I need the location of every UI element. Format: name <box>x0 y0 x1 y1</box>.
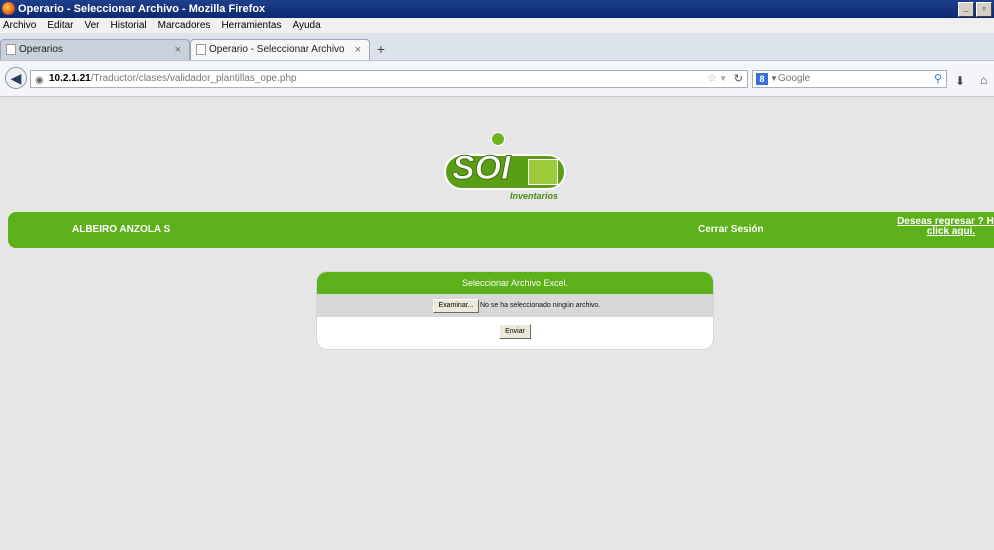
file-input-row: Examinar... No se ha seleccionado ningún… <box>317 294 713 317</box>
home-icon[interactable]: ⌂ <box>980 73 987 87</box>
tab-label: Operarios <box>19 44 63 55</box>
site-identity-icon[interactable]: ◉ <box>35 73 44 89</box>
page-icon <box>6 44 16 55</box>
logo-subtitle: Inventarios <box>510 191 559 201</box>
bookmark-star-icon[interactable]: ☆ <box>707 71 717 87</box>
url-text: 10.2.1.21/Traductor/clases/validador_pla… <box>49 73 297 84</box>
page-content: SOI Inventarios ALBEIRO ANZOLA S Cerrar … <box>0 97 994 550</box>
tab-label: Operario - Seleccionar Archivo <box>209 44 345 55</box>
logo-text: SOI <box>452 149 512 188</box>
menu-archivo[interactable]: Archivo <box>3 18 36 33</box>
window-title: Operario - Seleccionar Archivo - Mozilla… <box>18 3 266 15</box>
engine-dropdown-icon[interactable]: ▼ <box>770 71 778 87</box>
browser-window: Operario - Seleccionar Archivo - Mozilla… <box>0 0 994 550</box>
maximize-button[interactable]: ▫ <box>976 2 992 17</box>
tab-strip: Operarios × Operario - Seleccionar Archi… <box>0 33 994 61</box>
download-icon[interactable]: ⬇ <box>955 74 965 88</box>
window-title-bar: Operario - Seleccionar Archivo - Mozilla… <box>0 0 994 18</box>
navigation-bar: ◀ ◉ 10.2.1.21/Traductor/clases/validador… <box>0 61 994 97</box>
tab-operarios[interactable]: Operarios × <box>0 39 190 60</box>
search-bar[interactable]: 8 ▼ Google ⚲ <box>752 70 947 88</box>
upload-panel: Seleccionar Archivo Excel. Examinar... N… <box>317 272 713 349</box>
back-button[interactable]: ◀ <box>5 67 27 89</box>
soi-logo: SOI Inventarios <box>444 132 566 204</box>
history-dropdown-icon[interactable]: ▼ <box>719 71 727 87</box>
menu-marcadores[interactable]: Marcadores <box>158 18 211 33</box>
reload-icon[interactable]: ↻ <box>734 71 743 87</box>
firefox-icon <box>2 2 15 15</box>
menu-ayuda[interactable]: Ayuda <box>292 18 320 33</box>
user-header-bar: ALBEIRO ANZOLA S Cerrar Sesión Deseas re… <box>8 212 994 248</box>
menu-bar: Archivo Editar Ver Historial Marcadores … <box>0 18 994 33</box>
logout-link[interactable]: Cerrar Sesión <box>698 224 764 235</box>
upload-panel-title: Seleccionar Archivo Excel. <box>317 272 713 294</box>
search-placeholder: Google <box>778 73 811 84</box>
close-tab-icon[interactable]: × <box>175 40 181 60</box>
new-tab-button[interactable]: + <box>372 41 390 58</box>
user-name: ALBEIRO ANZOLA S <box>72 224 171 235</box>
submit-button[interactable]: Enviar <box>499 324 531 339</box>
no-file-label: No se ha seleccionado ningún archivo. <box>480 302 601 309</box>
search-engine-icon[interactable]: 8 <box>756 73 768 85</box>
search-icon[interactable]: ⚲ <box>934 71 942 87</box>
address-bar[interactable]: ◉ 10.2.1.21/Traductor/clases/validador_p… <box>30 70 748 88</box>
tab-seleccionar-archivo[interactable]: Operario - Seleccionar Archivo × <box>190 39 370 60</box>
menu-editar[interactable]: Editar <box>47 18 73 33</box>
menu-herramientas[interactable]: Herramientas <box>221 18 281 33</box>
page-icon <box>196 44 206 55</box>
menu-historial[interactable]: Historial <box>111 18 147 33</box>
close-tab-icon[interactable]: × <box>355 40 361 60</box>
menu-ver[interactable]: Ver <box>84 18 99 33</box>
logo-boxes-icon <box>528 159 558 185</box>
browse-button[interactable]: Examinar... <box>433 299 479 313</box>
go-back-link-line2: click aqui. <box>926 226 976 237</box>
logo-leaf-icon <box>491 132 505 146</box>
minimize-button[interactable]: _ <box>958 2 974 17</box>
go-back-link[interactable]: Deseas regresar ? Has click aqui. <box>876 217 994 237</box>
